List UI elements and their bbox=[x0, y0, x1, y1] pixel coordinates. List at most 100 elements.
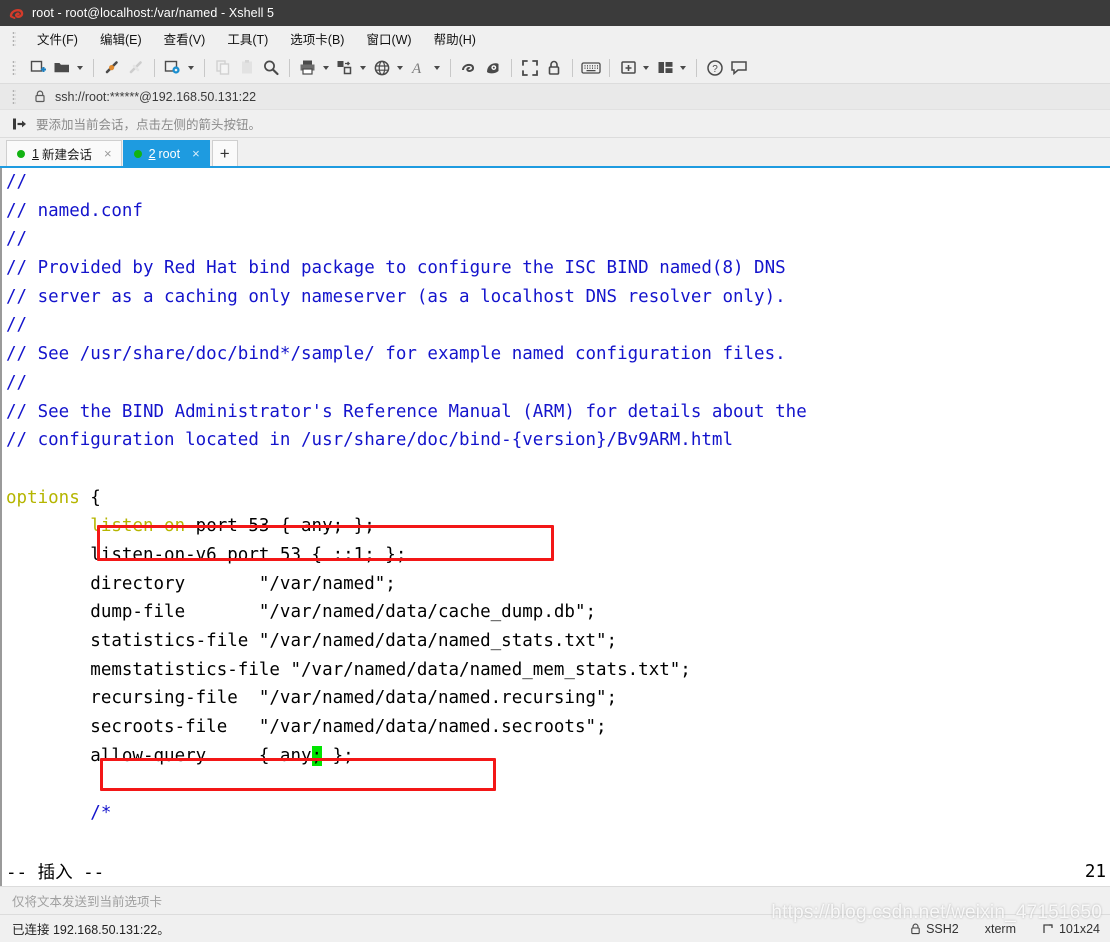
terminal-cursor: ; bbox=[311, 745, 323, 766]
xftp-icon[interactable] bbox=[458, 56, 480, 80]
font-icon[interactable]: A bbox=[408, 56, 430, 80]
address-input[interactable]: ssh://root:******@192.168.50.131:22 bbox=[26, 85, 1110, 108]
terminal-text: statistics-file "/var/named/data/named_s… bbox=[6, 631, 618, 651]
terminal-text: // server as a caching only nameserver (… bbox=[6, 286, 786, 307]
address-gripper[interactable] bbox=[12, 88, 16, 105]
layout-dropdown-caret[interactable] bbox=[677, 56, 688, 80]
terminal-line: // named.conf bbox=[6, 197, 1110, 226]
new-session-icon[interactable] bbox=[27, 56, 49, 80]
new-tab-button[interactable]: + bbox=[211, 140, 238, 166]
fullscreen-icon[interactable] bbox=[519, 56, 541, 80]
tab-new-session[interactable]: 1 新建会话 × bbox=[6, 140, 122, 166]
toolbar-gripper[interactable] bbox=[12, 59, 16, 76]
terminal-text: allow-query { any bbox=[6, 745, 312, 766]
status-bar: 已连接 192.168.50.131:22。 SSH2 xterm 101x24… bbox=[0, 902, 1110, 942]
terminal-text: // bbox=[6, 315, 28, 336]
lock-icon[interactable] bbox=[543, 56, 565, 80]
toolbar: A ? bbox=[0, 52, 1110, 84]
menu-view[interactable]: 查看(V) bbox=[153, 26, 217, 51]
vim-status-line: -- 插入 -- 21 bbox=[6, 857, 1106, 886]
print-icon[interactable] bbox=[297, 56, 319, 80]
feedback-icon[interactable] bbox=[728, 56, 750, 80]
tab-bar: 1 新建会话 × 2 root × + bbox=[0, 138, 1110, 166]
add-tab-icon[interactable] bbox=[617, 56, 639, 80]
send-to-tab-bar[interactable]: 仅将文本发送到当前选项卡 bbox=[0, 886, 1110, 914]
terminal-line: listen-on port 53 { any; }; bbox=[6, 512, 1110, 541]
help-icon[interactable]: ? bbox=[704, 56, 726, 80]
terminal-text: listen-on bbox=[90, 516, 186, 537]
title-bar: root - root@localhost:/var/named - Xshel… bbox=[0, 0, 1110, 26]
terminal-text: }; bbox=[322, 745, 354, 766]
menu-bar: 文件(F) 编辑(E) 查看(V) 工具(T) 选项卡(B) 窗口(W) 帮助(… bbox=[0, 26, 1110, 52]
toolbar-separator bbox=[450, 58, 451, 77]
tab-label: root bbox=[158, 146, 181, 161]
terminal-line: listen-on-v6 port 53 { ::1; }; bbox=[6, 541, 1110, 570]
menu-file[interactable]: 文件(F) bbox=[26, 26, 89, 51]
terminal-line: memstatistics-file "/var/named/data/name… bbox=[6, 656, 1110, 685]
notice-text: 要添加当前会话，点击左侧的箭头按钮。 bbox=[36, 118, 262, 132]
tab-number: 2 bbox=[148, 146, 156, 161]
toolbar-separator bbox=[154, 58, 155, 77]
transfer-icon[interactable] bbox=[334, 56, 356, 80]
menu-help[interactable]: 帮助(H) bbox=[423, 26, 487, 51]
paste-icon[interactable] bbox=[236, 56, 258, 80]
status-bar-right: SSH2 xterm 101x24 bbox=[884, 922, 1100, 936]
connect-icon[interactable] bbox=[101, 56, 123, 80]
terminal-text: /* bbox=[6, 803, 112, 824]
terminal-text: secroots-file "/var/named/data/named.sec… bbox=[6, 717, 607, 738]
copy-icon[interactable] bbox=[212, 56, 234, 80]
terminal-text: // See /usr/share/doc/bind*/sample/ for … bbox=[6, 344, 786, 365]
arrow-into-bar-icon[interactable] bbox=[12, 117, 27, 131]
window-title: root - root@localhost:/var/named - Xshel… bbox=[32, 6, 275, 20]
vim-mode-label: -- 插入 -- bbox=[6, 863, 105, 883]
terminal-text: options bbox=[6, 487, 80, 508]
terminal-line: secroots-file "/var/named/data/named.sec… bbox=[6, 713, 1110, 742]
terminal-text: { bbox=[79, 487, 101, 508]
browser-icon[interactable] bbox=[371, 56, 393, 80]
terminal-text: port 53 { any; }; bbox=[185, 516, 375, 537]
print-dropdown-caret[interactable] bbox=[320, 56, 331, 80]
terminal-line: // configuration located in /usr/share/d… bbox=[6, 426, 1110, 455]
status-terminal-type: xterm bbox=[984, 921, 1016, 936]
terminal-line: // bbox=[6, 311, 1110, 340]
status-protocol-label: SSH2 bbox=[926, 921, 959, 936]
browser-dropdown-caret[interactable] bbox=[394, 56, 405, 80]
terminal-text: // bbox=[6, 172, 28, 192]
font-dropdown-caret[interactable] bbox=[431, 56, 442, 80]
terminal-text: listen-on-v6 port 53 { ::1; }; bbox=[6, 544, 407, 565]
terminal-text-area[interactable]: // // named.conf // // Provided by Red Hat … bbox=[6, 168, 1110, 886]
add-tab-dropdown-caret[interactable] bbox=[640, 56, 651, 80]
menu-edit[interactable]: 编辑(E) bbox=[89, 26, 153, 51]
session-properties-icon[interactable] bbox=[162, 56, 184, 80]
terminal-line: statistics-file "/var/named/data/named_s… bbox=[6, 627, 1110, 656]
close-icon[interactable]: × bbox=[102, 147, 114, 160]
terminal-line: // bbox=[6, 168, 1110, 197]
close-icon[interactable]: × bbox=[190, 147, 202, 160]
address-value: ssh://root:******@192.168.50.131:22 bbox=[55, 89, 257, 104]
menu-gripper[interactable] bbox=[12, 30, 16, 47]
terminal-text: // named.conf bbox=[6, 200, 143, 221]
terminal-line: // bbox=[6, 369, 1110, 398]
keyboard-icon[interactable] bbox=[580, 56, 602, 80]
tab-root[interactable]: 2 root × bbox=[122, 140, 210, 166]
terminal-screen[interactable]: // // named.conf // // Provided by Red Hat … bbox=[0, 166, 1110, 886]
disconnect-icon[interactable] bbox=[125, 56, 147, 80]
status-size-label: 101x24 bbox=[1058, 921, 1100, 936]
menu-window[interactable]: 窗口(W) bbox=[355, 26, 422, 51]
session-properties-dropdown-caret[interactable] bbox=[185, 56, 196, 80]
xagent-icon[interactable] bbox=[482, 56, 504, 80]
transfer-dropdown-caret[interactable] bbox=[357, 56, 368, 80]
open-folder-icon[interactable] bbox=[51, 56, 73, 80]
toolbar-separator bbox=[572, 58, 573, 77]
vim-cursor-position: 21 bbox=[1084, 861, 1106, 882]
menu-tabs[interactable]: 选项卡(B) bbox=[279, 26, 355, 51]
menu-tools[interactable]: 工具(T) bbox=[216, 26, 279, 51]
find-icon[interactable] bbox=[260, 56, 282, 80]
terminal-text: dump-file "/var/named/data/cache_dump.db… bbox=[6, 602, 597, 623]
terminal-line: options { bbox=[6, 484, 1110, 513]
open-folder-dropdown-caret[interactable] bbox=[74, 56, 85, 80]
toolbar-separator bbox=[696, 58, 697, 77]
xshell-snail-icon bbox=[9, 5, 25, 21]
layout-icon[interactable] bbox=[654, 56, 676, 80]
